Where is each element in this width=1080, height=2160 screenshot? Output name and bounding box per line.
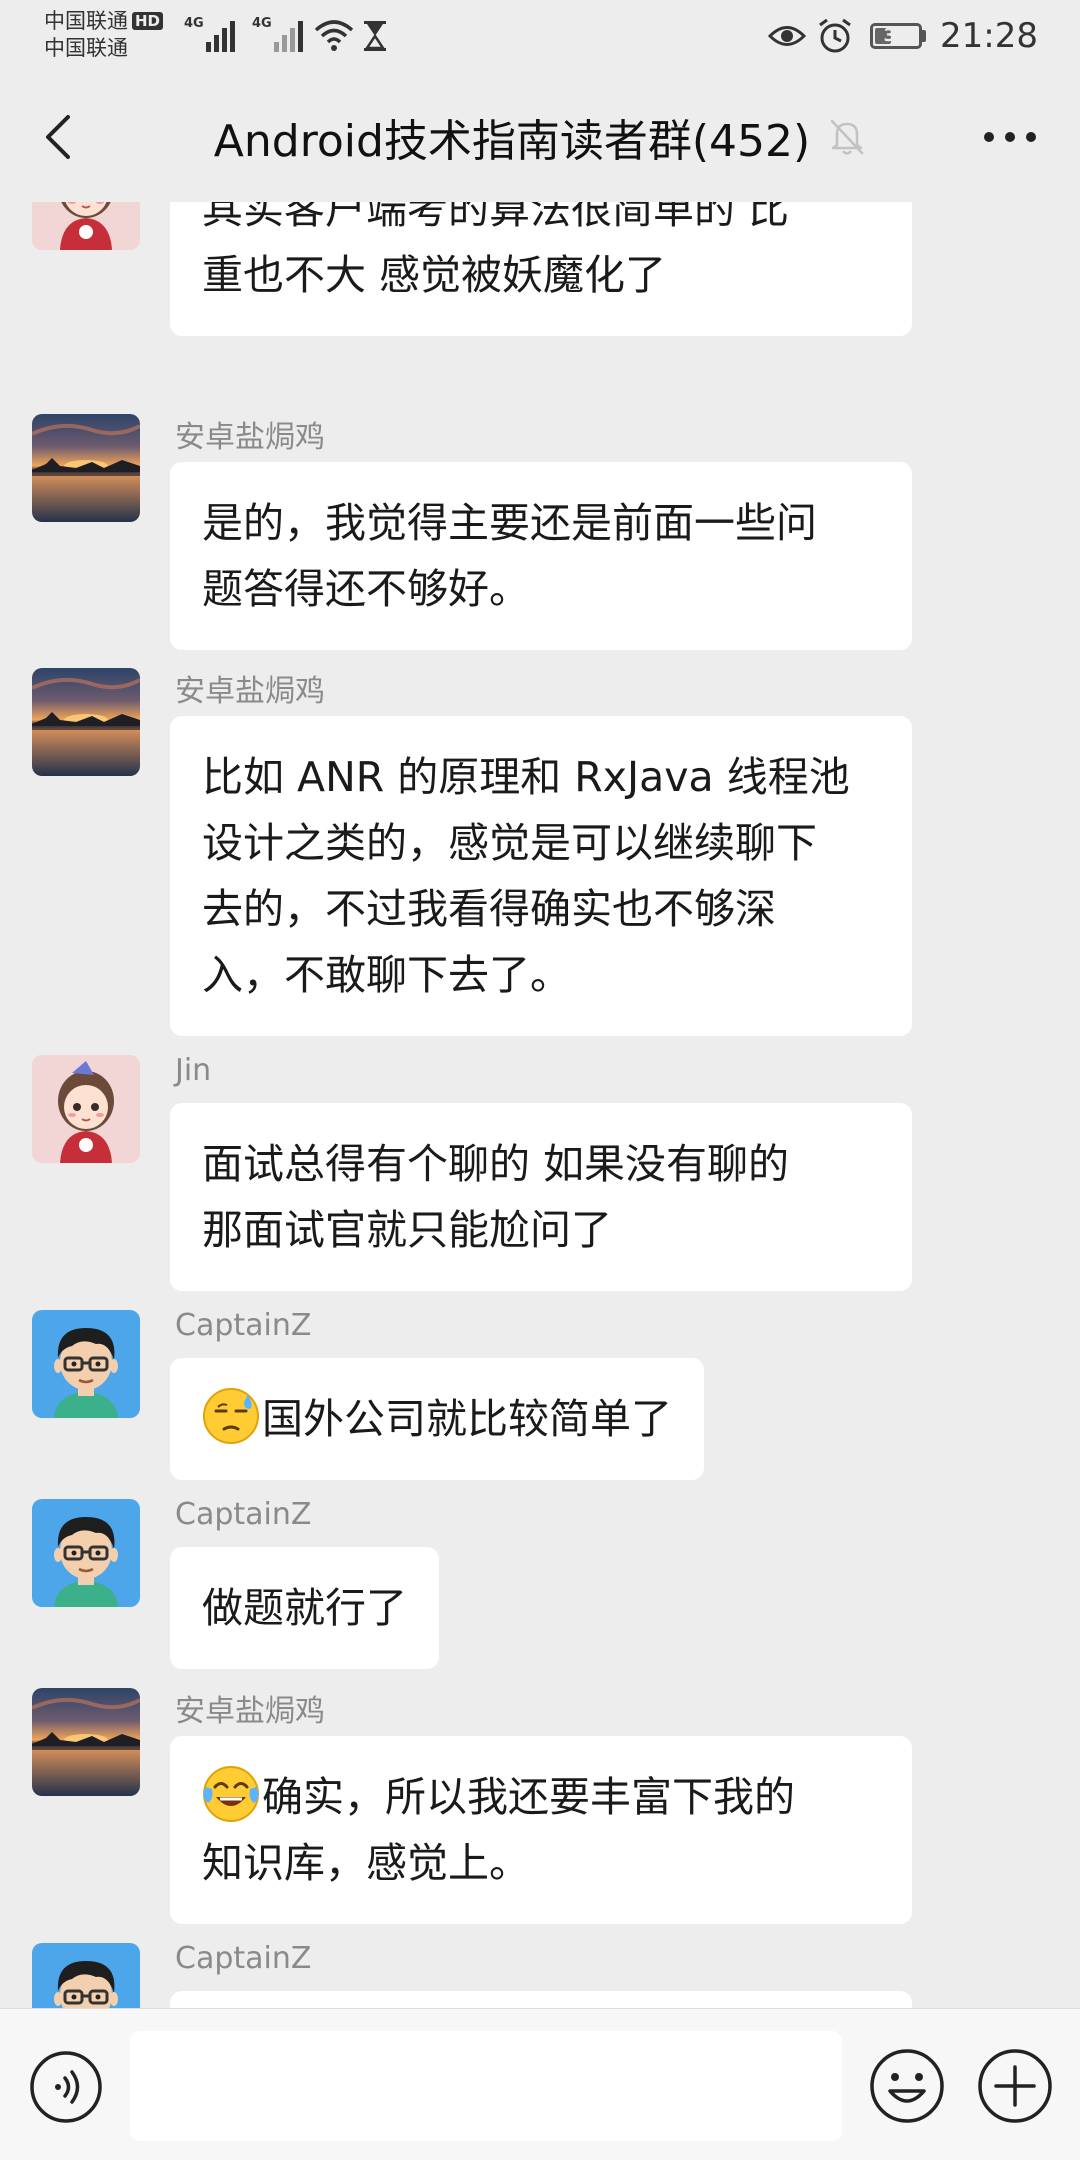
title-bar: Android技术指南读者群(452) bbox=[0, 72, 1080, 202]
carrier-1-label: 中国联通 bbox=[44, 9, 128, 33]
message-bubble[interactable] bbox=[170, 1991, 912, 2008]
page-title: Android技术指南读者群(452) bbox=[213, 116, 811, 167]
message-text: 重也不大 感觉被妖魔化了 bbox=[202, 251, 667, 299]
message-text: 做题就行了 bbox=[202, 1584, 407, 1632]
glasses-boy-avatar[interactable] bbox=[32, 1310, 140, 1418]
more-icon bbox=[984, 132, 1036, 142]
back-button[interactable] bbox=[22, 102, 92, 172]
network-type-2: 4G bbox=[252, 16, 272, 31]
voice-icon bbox=[30, 2051, 102, 2123]
sender-name: Jin bbox=[175, 1053, 212, 1088]
message-line: 国外公司就比较简单了 bbox=[202, 1386, 672, 1452]
message-bubble[interactable]: 确实，所以我还要丰富下我的 知识库，感觉上。 bbox=[170, 1736, 912, 1924]
more-button[interactable] bbox=[970, 102, 1050, 172]
wifi-icon bbox=[314, 20, 354, 51]
message-text: 设计之类的，感觉是可以继续聊下 bbox=[202, 819, 817, 867]
anime-girl-avatar[interactable] bbox=[32, 1055, 140, 1163]
emoji-icon bbox=[870, 2049, 944, 2123]
add-button[interactable] bbox=[976, 2047, 1054, 2125]
message-text: 知识库，感觉上。 bbox=[202, 1839, 530, 1887]
hd-badge: HD bbox=[132, 12, 164, 30]
emoji-button[interactable] bbox=[868, 2047, 946, 2125]
sunset-lake-avatar[interactable] bbox=[32, 414, 140, 522]
carrier-2-label: 中国联通 bbox=[44, 36, 128, 60]
sender-name: CaptainZ bbox=[175, 1497, 312, 1532]
message-text: 确实，所以我还要丰富下我的 bbox=[262, 1773, 795, 1821]
mute-bell-icon bbox=[828, 117, 866, 157]
message-text: 那面试官就只能尬问了 bbox=[202, 1206, 612, 1254]
sender-name: 安卓盐焗鸡 bbox=[175, 674, 325, 709]
message-bubble[interactable]: 比如 ANR 的原理和 RxJava 线程池 设计之类的，感觉是可以继续聊下 去… bbox=[170, 716, 912, 1036]
message-text: 题答得还不够好。 bbox=[202, 565, 530, 613]
message-bubble[interactable]: 其实客户端考的算法很简单的 比 重也不大 感觉被妖魔化了 bbox=[170, 202, 912, 336]
sender-name: CaptainZ bbox=[175, 1308, 312, 1343]
signal-icon: 4G bbox=[252, 16, 306, 52]
battery-tip bbox=[922, 30, 927, 42]
carrier-info: 中国联通 HD 中国联通 bbox=[44, 8, 164, 62]
tears-of-joy-emoji-icon bbox=[202, 1765, 260, 1823]
voice-button[interactable] bbox=[28, 2049, 104, 2125]
anime-girl-avatar[interactable] bbox=[32, 202, 140, 250]
sender-name: 安卓盐焗鸡 bbox=[175, 1694, 325, 1729]
status-bar: 中国联通 HD 中国联通 4G 4G 39 21:28 bbox=[0, 0, 1080, 72]
message-bubble[interactable]: 国外公司就比较简单了 bbox=[170, 1358, 704, 1480]
status-right-group: 39 21:28 bbox=[768, 12, 1038, 60]
sender-name: 安卓盐焗鸡 bbox=[175, 420, 325, 455]
eye-icon bbox=[768, 26, 807, 46]
battery-level-text: 39 bbox=[883, 25, 909, 46]
alarm-icon bbox=[819, 18, 851, 53]
hourglass-icon bbox=[364, 21, 386, 51]
sender-name: CaptainZ bbox=[175, 1941, 312, 1976]
glasses-boy-avatar[interactable] bbox=[32, 1943, 140, 2008]
message-bubble[interactable]: 做题就行了 bbox=[170, 1547, 439, 1669]
message-text: 国外公司就比较简单了 bbox=[262, 1395, 672, 1443]
input-bar bbox=[0, 2008, 1080, 2160]
sweat-emoji-icon bbox=[202, 1387, 260, 1445]
network-type-1: 4G bbox=[184, 16, 204, 31]
message-line: 确实，所以我还要丰富下我的 bbox=[202, 1764, 880, 1830]
sunset-lake-avatar[interactable] bbox=[32, 668, 140, 776]
signal-icon: 4G bbox=[184, 16, 238, 52]
message-text: 去的，不过我看得确实也不够深 bbox=[202, 885, 776, 933]
message-text: 面试总得有个聊的 如果没有聊的 bbox=[202, 1140, 790, 1188]
chat-title-area[interactable]: Android技术指南读者群(452) bbox=[140, 72, 940, 202]
message-bubble[interactable]: 是的，我觉得主要还是前面一些问 题答得还不够好。 bbox=[170, 462, 912, 650]
battery-icon: 39 bbox=[870, 23, 923, 49]
message-text: 比如 ANR 的原理和 RxJava 线程池 bbox=[202, 753, 850, 801]
back-icon bbox=[46, 115, 70, 159]
message-text: 是的，我觉得主要还是前面一些问 bbox=[202, 499, 817, 547]
clock: 21:28 bbox=[940, 16, 1038, 56]
message-bubble[interactable]: 面试总得有个聊的 如果没有聊的 那面试官就只能尬问了 bbox=[170, 1103, 912, 1291]
message-text: 入，不敢聊下去了。 bbox=[202, 951, 571, 999]
sunset-lake-avatar[interactable] bbox=[32, 1688, 140, 1796]
add-icon bbox=[978, 2049, 1052, 2123]
message-text: 其实客户端考的算法很简单的 比 bbox=[202, 202, 790, 233]
glasses-boy-avatar[interactable] bbox=[32, 1499, 140, 1607]
message-input[interactable] bbox=[130, 2031, 842, 2141]
message-list[interactable]: 其实客户端考的算法很简单的 比 重也不大 感觉被妖魔化了 安卓盐焗鸡 是的，我觉… bbox=[0, 202, 1080, 2008]
